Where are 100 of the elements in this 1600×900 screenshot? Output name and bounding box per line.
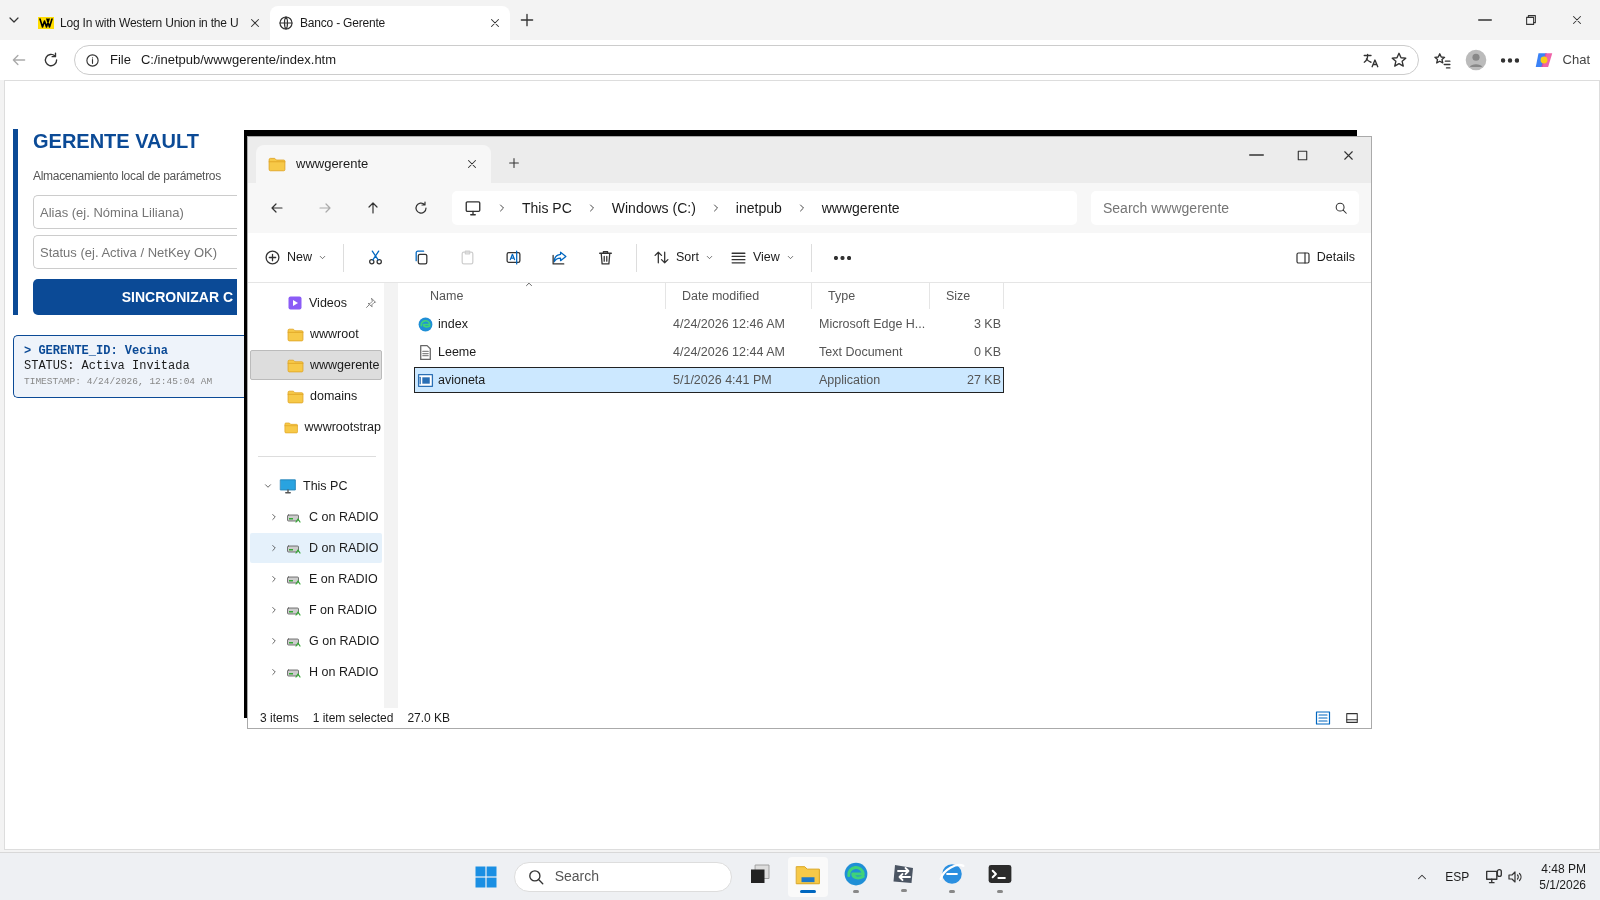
trash-icon [596,249,614,266]
search-button[interactable] [1323,191,1359,225]
tab-title: Banco - Gerente [300,15,387,32]
rename-icon [504,249,522,266]
sidebar-item[interactable]: Videos [250,288,382,318]
input-field[interactable]: Alias (ej. Nómina Liliana) [33,195,237,229]
minimize-icon [1248,154,1264,156]
browser-tab[interactable]: Log In with Western Union in the U [30,6,270,40]
explorer-tab[interactable]: wwwgerente [256,145,491,183]
search-icon [1334,201,1348,215]
selection-info: 1 item selected [312,710,394,727]
clock-date[interactable]: 5/1/2026 [1539,876,1586,893]
log-timestamp: TIMESTAMP: 4/24/2026, 12:45:04 AM [24,375,214,389]
sidebar-item[interactable]: H on RADIO [250,657,382,687]
translate-icon [1361,51,1380,69]
chevron-right-icon [269,636,279,646]
edge-icon [417,315,434,333]
windows-logo-icon [473,864,498,889]
column-header[interactable]: Type [812,283,930,309]
profile-button[interactable] [1464,48,1487,72]
chevron-right-icon [269,543,279,553]
sidebar-item[interactable]: G on RADIO [250,626,382,656]
file-date: 4/24/2026 12:46 AM [672,315,786,333]
close-icon [1570,13,1584,27]
file-row[interactable]: avioneta 5/1/2026 4:41 PM Application 27 KB [414,367,1004,393]
search-field[interactable]: Search wwwgerente [1091,191,1323,225]
close-icon [248,16,262,30]
minimize-icon [1478,19,1492,21]
more-icon [1500,57,1519,63]
address-bar[interactable]: This PC Windows (C:) inetpub wwwgerente [452,191,1077,225]
clock-time[interactable]: 4:48 PM [1539,860,1586,877]
sidebar-item[interactable]: E on RADIO [250,564,382,594]
language-indicator[interactable]: ESP [1445,867,1470,886]
file-size: 3 KB [972,315,1002,333]
sidebar-item[interactable]: wwwroot [250,319,382,349]
sidebar-item[interactable]: F on RADIO [250,595,382,625]
item-count: 3 items [260,710,299,727]
breadcrumb-item[interactable]: Windows (C:) [611,197,696,219]
chevron-right-icon [269,605,279,615]
column-header[interactable]: Name [414,283,666,309]
chevron-right-icon [269,574,279,584]
monitor-icon [279,477,297,495]
input-field[interactable]: Status (ej. Activa / NetKey OK) [33,235,237,269]
share-icon [550,249,568,266]
preview-view-icon [1345,711,1359,725]
sidebar-item[interactable]: D on RADIO [250,533,382,563]
avatar-icon [1464,49,1487,71]
breadcrumb-item[interactable]: wwwgerente [821,197,900,219]
tab-title: wwwgerente [296,155,370,174]
close-icon [488,16,502,30]
file-type: Microsoft Edge H... [818,315,927,333]
selection-size: 27.0 KB [407,710,451,727]
plus-icon [518,11,536,29]
file-name: index [438,315,468,333]
application-icon [417,371,434,389]
file-size: 27 KB [965,371,1002,389]
view-button[interactable]: View [723,240,801,275]
favorites-icon [1432,51,1451,69]
page-title: GERENTE VAULT [33,129,200,153]
file-type: Text Document [818,343,904,361]
sort-icon [653,249,670,266]
browser-tab[interactable]: Banco - Gerente [270,6,510,40]
sort-button[interactable]: Sort [647,240,720,275]
sync-button[interactable]: SINCRONIZAR C [33,279,237,315]
chevron-right-icon [269,512,279,522]
sidebar-item[interactable]: This PC [250,471,382,501]
chevron-down-icon [263,481,273,491]
file-row[interactable]: Leeme 4/24/2026 12:44 AM Text Document 0 KB [414,339,1004,365]
new-button[interactable]: New [258,240,333,275]
column-header[interactable]: Date modified [666,283,812,309]
file-date: 4/24/2026 12:44 AM [672,343,786,361]
sidebar-item[interactable]: wwwgerente [250,350,382,380]
chat-button[interactable]: Chat [1532,48,1590,72]
info-icon [85,52,100,68]
close-icon [465,157,479,171]
chevron-right-icon [269,667,279,677]
log-status-line: STATUS: Activa Invitada [24,359,191,374]
sidebar-item[interactable]: domains [250,381,382,411]
subtitle-text: Almacenamiento local de parámetros [33,168,222,185]
caret-icon [704,253,714,262]
log-id-line: > GERENTE_ID: Vecina [24,344,170,359]
scheme-label: File [110,51,131,70]
computer-icon [464,199,482,217]
file-row[interactable]: index 4/24/2026 12:46 AM Microsoft Edge H... 3 KB [414,311,1004,337]
reload-icon [42,51,60,69]
search-field[interactable]: Search [513,861,732,892]
column-header[interactable]: Size [930,283,1004,309]
breadcrumb-item[interactable]: inetpub [735,197,782,219]
details-button[interactable]: Details [1288,240,1361,275]
list-view-icon [1315,710,1331,726]
sidebar-item[interactable]: wwwrootstrap [250,412,382,442]
sidebar-item[interactable]: C on RADIO [250,502,382,532]
breadcrumb-item[interactable]: This PC [522,197,572,219]
file-name: Leeme [438,343,477,361]
scissors-icon [366,249,384,266]
plus-icon [507,156,521,170]
network-icon [1485,867,1504,886]
url-text: C:/inetpub/wwwgerente/index.htm [140,51,338,70]
search-icon [526,867,545,886]
caret-icon [785,253,795,262]
